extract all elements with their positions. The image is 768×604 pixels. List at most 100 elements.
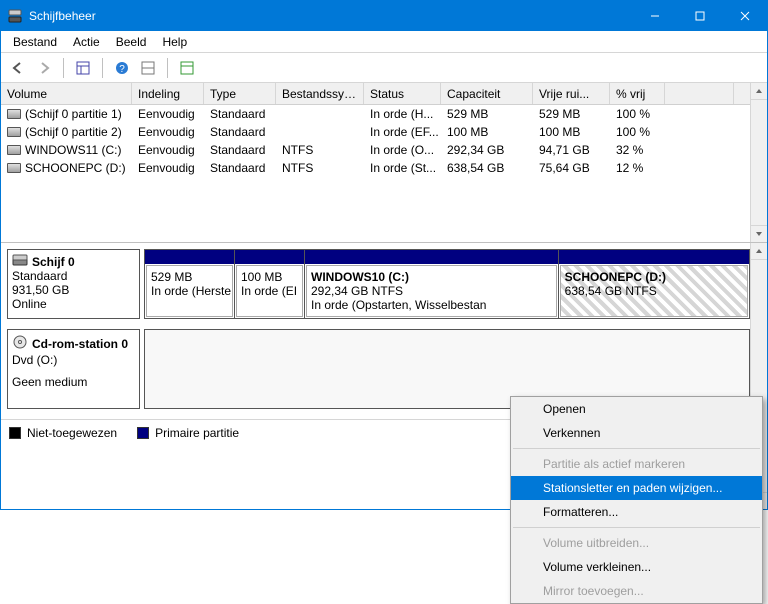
menu-file[interactable]: Bestand (5, 33, 65, 51)
volume-icon (7, 109, 21, 119)
toolbar-separator (102, 58, 103, 78)
volume-row[interactable]: WINDOWS11 (C:)EenvoudigStandaardNTFSIn o… (1, 141, 767, 159)
volume-icon (7, 127, 21, 137)
maximize-button[interactable] (677, 1, 722, 31)
partition-header (145, 250, 234, 264)
cdrom-title: Cd-rom-station 0 (32, 337, 128, 351)
partition-2[interactable]: 100 MB In orde (EI (235, 250, 305, 318)
volume-cell-name: (Schijf 0 partitie 1) (1, 105, 132, 123)
menu-item-format[interactable]: Formatteren... (511, 500, 762, 524)
disk-0-type: Standaard (12, 269, 135, 283)
column-header-volume[interactable]: Volume (1, 83, 132, 104)
disk-icon (12, 254, 28, 269)
column-header-status[interactable]: Status (364, 83, 441, 104)
volume-cell-fs (276, 123, 364, 141)
menu-action[interactable]: Actie (65, 33, 108, 51)
legend-primary-swatch (137, 427, 149, 439)
volume-cell-layout: Eenvoudig (132, 105, 204, 123)
volume-cell-layout: Eenvoudig (132, 141, 204, 159)
volume-row[interactable]: (Schijf 0 partitie 2)EenvoudigStandaardI… (1, 123, 767, 141)
partition-3[interactable]: WINDOWS10 (C:) 292,34 GB NTFS In orde (O… (305, 250, 559, 318)
volume-cell-name: WINDOWS11 (C:) (1, 141, 132, 159)
partition-4-title: SCHOONEPC (D:) (565, 270, 743, 284)
volume-cell-type: Standaard (204, 159, 276, 177)
partition-3-size: 292,34 GB NTFS (311, 284, 552, 298)
forward-button[interactable] (33, 57, 55, 79)
disk-0-layout: 529 MB In orde (Herste 100 MB In orde (E… (144, 249, 750, 319)
menu-item-explore[interactable]: Verkennen (511, 421, 762, 445)
volume-cell-type: Standaard (204, 105, 276, 123)
column-header-row: Volume Indeling Type Bestandssys... Stat… (1, 83, 767, 105)
volume-cell-layout: Eenvoudig (132, 159, 204, 177)
volume-cell-pct: 12 % (610, 159, 665, 177)
back-button[interactable] (7, 57, 29, 79)
volume-cell-free: 75,64 GB (533, 159, 610, 177)
volume-cell-fs (276, 105, 364, 123)
minimize-button[interactable] (632, 1, 677, 31)
volume-row[interactable]: (Schijf 0 partitie 1)EenvoudigStandaard I… (1, 105, 767, 123)
menu-item-open[interactable]: Openen (511, 397, 762, 421)
column-header-pctfree[interactable]: % vrij (610, 83, 665, 104)
volume-cell-capacity: 638,54 GB (441, 159, 533, 177)
partition-1-size: 529 MB (151, 270, 228, 284)
help-button[interactable]: ? (111, 57, 133, 79)
menu-item-shrink[interactable]: Volume verkleinen... (511, 555, 762, 579)
view-layout-button[interactable] (72, 57, 94, 79)
partition-3-title: WINDOWS10 (C:) (311, 270, 552, 284)
refresh-list-button[interactable] (176, 57, 198, 79)
volume-cell-fs: NTFS (276, 141, 364, 159)
column-header-layout[interactable]: Indeling (132, 83, 204, 104)
volume-icon (7, 145, 21, 155)
volume-cell-layout: Eenvoudig (132, 123, 204, 141)
menubar: Bestand Actie Beeld Help (1, 31, 767, 53)
disk-0-title: Schijf 0 (32, 255, 75, 269)
column-header-filesystem[interactable]: Bestandssys... (276, 83, 364, 104)
column-header-free[interactable]: Vrije rui... (533, 83, 610, 104)
menu-separator (513, 527, 760, 528)
disk-0-info[interactable]: Schijf 0 Standaard 931,50 GB Online (7, 249, 140, 319)
column-header-type[interactable]: Type (204, 83, 276, 104)
volume-cell-type: Standaard (204, 141, 276, 159)
legend-primary-label: Primaire partitie (155, 426, 239, 440)
volume-icon (7, 163, 21, 173)
app-icon (7, 8, 23, 24)
partition-2-size: 100 MB (241, 270, 298, 284)
partition-3-status: In orde (Opstarten, Wisselbestan (311, 298, 552, 312)
close-button[interactable] (722, 1, 767, 31)
toolbar-separator (167, 58, 168, 78)
volume-cell-status: In orde (H... (364, 105, 441, 123)
cdrom-state: Geen medium (12, 375, 135, 389)
volume-cell-fs: NTFS (276, 159, 364, 177)
cdrom-info[interactable]: Cd-rom-station 0 Dvd (O:) Geen medium (7, 329, 140, 409)
menu-item-mark-active: Partitie als actief markeren (511, 452, 762, 476)
menu-view[interactable]: Beeld (108, 33, 155, 51)
partition-1[interactable]: 529 MB In orde (Herste (145, 250, 235, 318)
toolbar: ? (1, 53, 767, 83)
column-header-blank[interactable] (665, 83, 734, 104)
disk-0-state: Online (12, 297, 135, 311)
menu-help[interactable]: Help (154, 33, 195, 51)
column-header-capacity[interactable]: Capaciteit (441, 83, 533, 104)
scrollbar-vertical[interactable] (750, 83, 767, 242)
menu-separator (513, 448, 760, 449)
view-settings-button[interactable] (137, 57, 159, 79)
menu-item-drive-letter[interactable]: Stationsletter en paden wijzigen... (511, 476, 762, 500)
volume-cell-capacity: 100 MB (441, 123, 533, 141)
volume-row[interactable]: SCHOONEPC (D:)EenvoudigStandaardNTFSIn o… (1, 159, 767, 177)
volume-cell-free: 100 MB (533, 123, 610, 141)
legend-unallocated-label: Niet-toegewezen (27, 426, 117, 440)
menu-item-extend: Volume uitbreiden... (511, 531, 762, 555)
scroll-down-icon[interactable] (751, 225, 767, 242)
volume-cell-status: In orde (St... (364, 159, 441, 177)
volume-cell-free: 529 MB (533, 105, 610, 123)
volume-cell-capacity: 529 MB (441, 105, 533, 123)
volume-list-pane: Volume Indeling Type Bestandssys... Stat… (1, 83, 767, 243)
scroll-up-icon[interactable] (751, 83, 767, 100)
titlebar[interactable]: Schijfbeheer (1, 1, 767, 31)
context-menu: Openen Verkennen Partitie als actief mar… (510, 396, 763, 604)
scroll-up-icon[interactable] (751, 243, 767, 260)
cdrom-type: Dvd (O:) (12, 353, 135, 367)
partition-1-status: In orde (Herste (151, 284, 228, 298)
partition-2-status: In orde (EI (241, 284, 298, 298)
partition-4[interactable]: SCHOONEPC (D:) 638,54 GB NTFS (559, 250, 749, 318)
